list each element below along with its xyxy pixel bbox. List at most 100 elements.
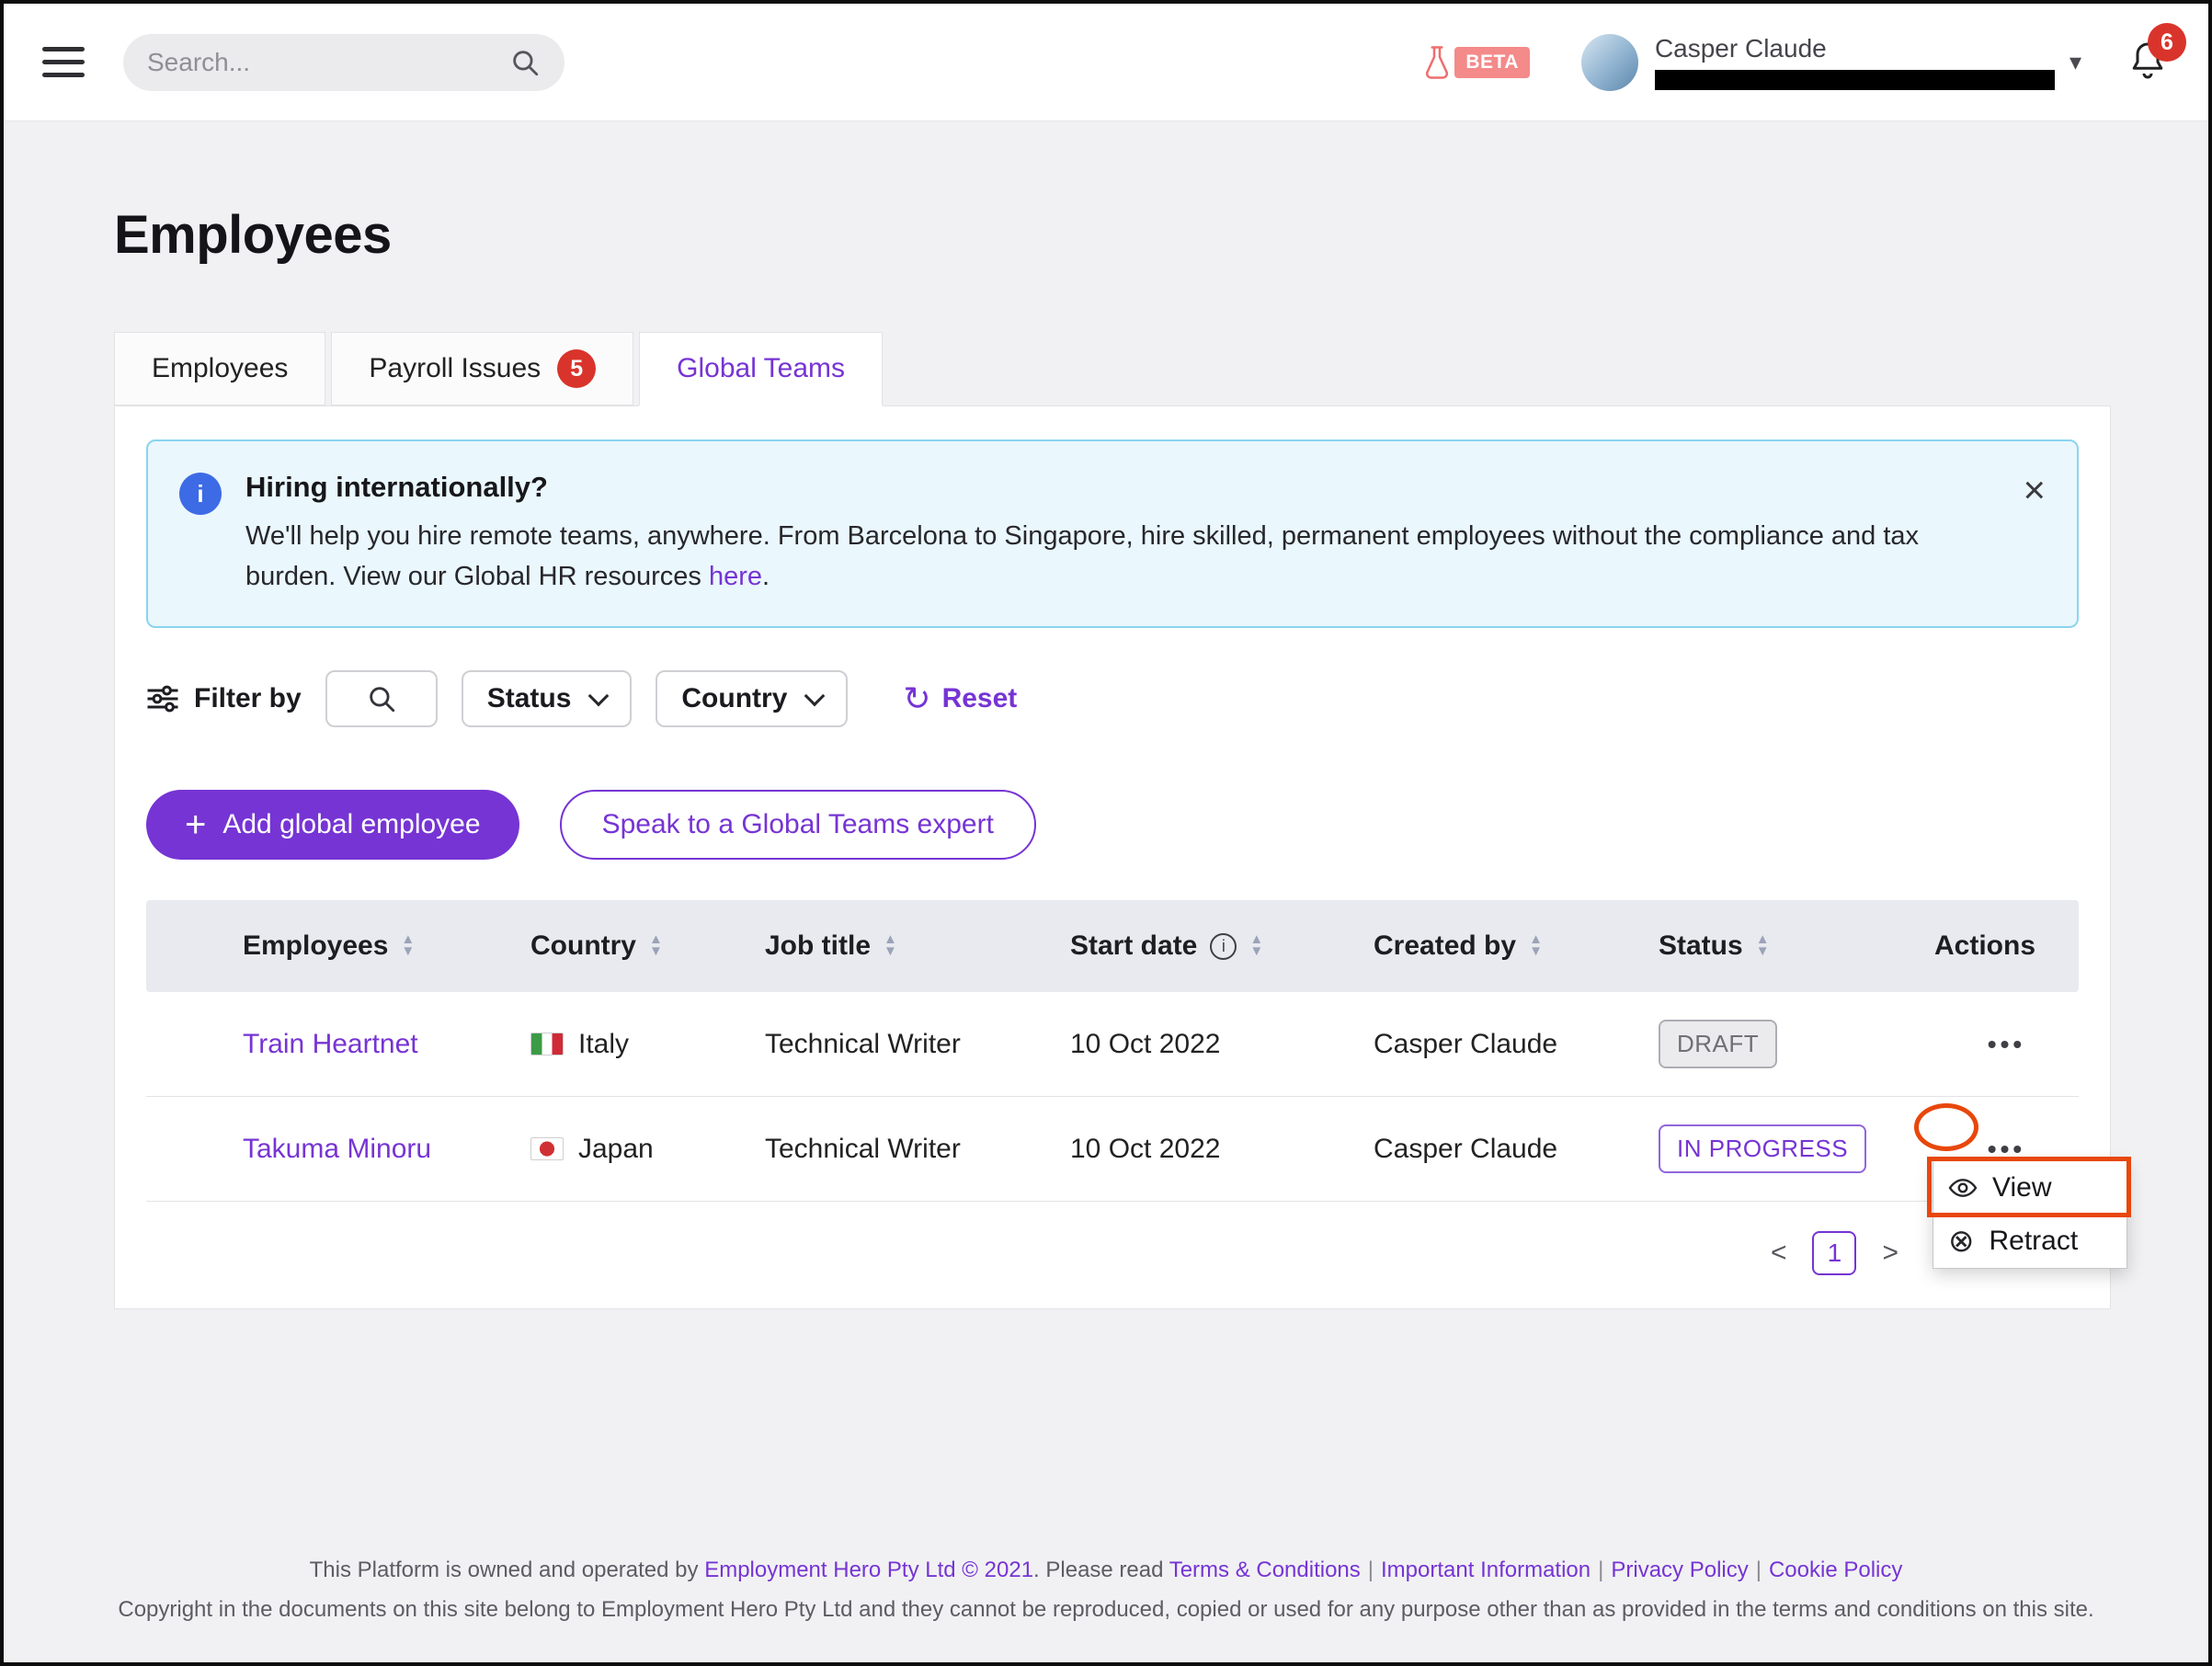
status-badge: IN PROGRESS	[1659, 1124, 1866, 1173]
search-placeholder: Search...	[147, 48, 498, 77]
header-created-by-label: Created by	[1374, 930, 1516, 962]
close-icon[interactable]: ×	[2023, 474, 2046, 506]
country-filter-label: Country	[681, 683, 787, 714]
tab-payroll-issues[interactable]: Payroll Issues 5	[331, 332, 633, 405]
main-content: Employees Employees Payroll Issues 5 Glo…	[114, 204, 2111, 1309]
banner-body-text: We'll help you hire remote teams, anywhe…	[245, 521, 1919, 591]
filter-row: Filter by Status Country ↻ Reset	[146, 670, 2079, 727]
global-hr-resources-link[interactable]: here	[709, 562, 762, 591]
search-input[interactable]: Search...	[123, 34, 564, 91]
header-created-by[interactable]: Created by ▲▼	[1374, 930, 1659, 962]
pagination-page-1[interactable]: 1	[1812, 1231, 1856, 1275]
search-icon	[509, 47, 541, 78]
speak-to-expert-button[interactable]: Speak to a Global Teams expert	[560, 790, 1036, 860]
menu-item-retract[interactable]: ⊗ Retract	[1933, 1215, 2126, 1268]
tab-employees-label: Employees	[152, 353, 288, 384]
header-country[interactable]: Country ▲▼	[530, 930, 765, 962]
header-job-title-label: Job title	[765, 930, 871, 962]
footer-text: This Platform is owned and operated by	[310, 1558, 705, 1582]
privacy-policy-link[interactable]: Privacy Policy	[1611, 1558, 1748, 1582]
employee-name-link[interactable]: Takuma Minoru	[243, 1134, 530, 1165]
eye-icon	[1948, 1173, 1978, 1203]
menu-item-view-label: View	[1992, 1172, 2051, 1204]
hamburger-menu-icon[interactable]	[42, 47, 85, 77]
topbar: Search... BETA Casper Claude ▾ 6	[4, 4, 2208, 121]
menu-item-view[interactable]: View	[1933, 1161, 2126, 1215]
employment-hero-link[interactable]: Employment Hero Pty Ltd © 2021	[704, 1558, 1033, 1582]
tab-global-teams[interactable]: Global Teams	[639, 332, 883, 406]
pagination: < 1 >	[146, 1231, 2079, 1275]
tab-global-teams-label: Global Teams	[677, 353, 845, 384]
job-title-cell: Technical Writer	[765, 1029, 1070, 1060]
pagination-prev-button[interactable]: <	[1771, 1238, 1787, 1269]
terms-and-conditions-link[interactable]: Terms & Conditions	[1169, 1558, 1361, 1582]
banner-title: Hiring internationally?	[245, 471, 1999, 504]
add-global-employee-button[interactable]: + Add global employee	[146, 790, 519, 860]
beta-badge: BETA	[1454, 47, 1530, 78]
country-filter-dropdown[interactable]: Country	[656, 670, 848, 727]
info-icon: i	[179, 473, 222, 515]
notifications-button[interactable]: 6	[2126, 38, 2170, 86]
redacted-email	[1655, 70, 2055, 90]
reset-label: Reset	[942, 683, 1018, 714]
beta-flag: BETA	[1423, 44, 1530, 81]
refresh-icon: ↻	[903, 679, 930, 718]
filter-by-label: Filter by	[146, 683, 302, 714]
important-information-link[interactable]: Important Information	[1381, 1558, 1591, 1582]
pagination-next-button[interactable]: >	[1882, 1238, 1898, 1269]
avatar[interactable]	[1581, 34, 1638, 91]
speak-to-expert-label: Speak to a Global Teams expert	[602, 809, 994, 840]
chevron-down-icon	[804, 686, 826, 707]
info-banner: i Hiring internationally? We'll help you…	[146, 439, 2079, 628]
status-badge: DRAFT	[1659, 1020, 1777, 1068]
sort-icon: ▲▼	[1249, 935, 1263, 957]
tab-employees[interactable]: Employees	[114, 332, 325, 405]
header-employees[interactable]: Employees ▲▼	[243, 930, 530, 962]
header-employees-label: Employees	[243, 930, 388, 962]
footer-line-1: This Platform is owned and operated by E…	[31, 1550, 2181, 1590]
chevron-down-icon[interactable]: ▾	[2069, 48, 2081, 76]
employee-name-link[interactable]: Train Heartnet	[243, 1029, 530, 1060]
chevron-down-icon	[588, 686, 610, 707]
global-teams-panel: i Hiring internationally? We'll help you…	[114, 405, 2111, 1309]
row-actions-menu: View ⊗ Retract	[1933, 1160, 2127, 1269]
global-employees-table: Employees ▲▼ Country ▲▼ Job title ▲▼ Sta…	[146, 900, 2079, 1202]
sort-icon: ▲▼	[884, 935, 897, 957]
header-start-date-label: Start date	[1070, 930, 1197, 962]
country-name: Italy	[578, 1029, 629, 1060]
tab-bar: Employees Payroll Issues 5 Global Teams	[114, 332, 2111, 405]
flask-icon	[1423, 44, 1451, 81]
job-title-cell: Technical Writer	[765, 1134, 1070, 1165]
country-cell: Japan	[530, 1134, 765, 1165]
reset-filters-button[interactable]: ↻ Reset	[903, 679, 1017, 718]
header-status-label: Status	[1659, 930, 1743, 962]
start-date-cell: 10 Oct 2022	[1070, 1029, 1374, 1060]
banner-body-period: .	[762, 562, 770, 591]
filter-icon	[146, 685, 179, 713]
tab-payroll-issues-label: Payroll Issues	[369, 353, 541, 384]
status-filter-dropdown[interactable]: Status	[462, 670, 633, 727]
page: Search... BETA Casper Claude ▾ 6 Employe…	[0, 0, 2212, 1666]
banner-text: Hiring internationally? We'll help you h…	[245, 471, 1999, 597]
table-header-row: Employees ▲▼ Country ▲▼ Job title ▲▼ Sta…	[146, 900, 2079, 992]
retract-icon: ⊗	[1948, 1226, 1975, 1257]
created-by-cell: Casper Claude	[1374, 1029, 1659, 1060]
cookie-policy-link[interactable]: Cookie Policy	[1769, 1558, 1902, 1582]
status-filter-label: Status	[487, 683, 572, 714]
filter-search-button[interactable]	[325, 670, 438, 727]
footer-line-2: Copyright in the documents on this site …	[31, 1590, 2181, 1629]
separator: |	[1598, 1558, 1603, 1582]
header-actions: Actions	[1934, 930, 2079, 962]
header-status[interactable]: Status ▲▼	[1659, 930, 1934, 962]
sort-icon: ▲▼	[1529, 935, 1543, 957]
country-cell: Italy	[530, 1029, 765, 1060]
header-job-title[interactable]: Job title ▲▼	[765, 930, 1070, 962]
country-name: Japan	[578, 1134, 654, 1165]
header-country-label: Country	[530, 930, 636, 962]
row-actions-button[interactable]: •••	[1934, 1029, 2079, 1060]
header-actions-label: Actions	[1934, 930, 2035, 962]
footer-text: . Please read	[1033, 1558, 1169, 1582]
header-start-date[interactable]: Start date i ▲▼	[1070, 930, 1374, 962]
page-title: Employees	[114, 204, 2111, 266]
menu-item-retract-label: Retract	[1990, 1226, 2079, 1257]
